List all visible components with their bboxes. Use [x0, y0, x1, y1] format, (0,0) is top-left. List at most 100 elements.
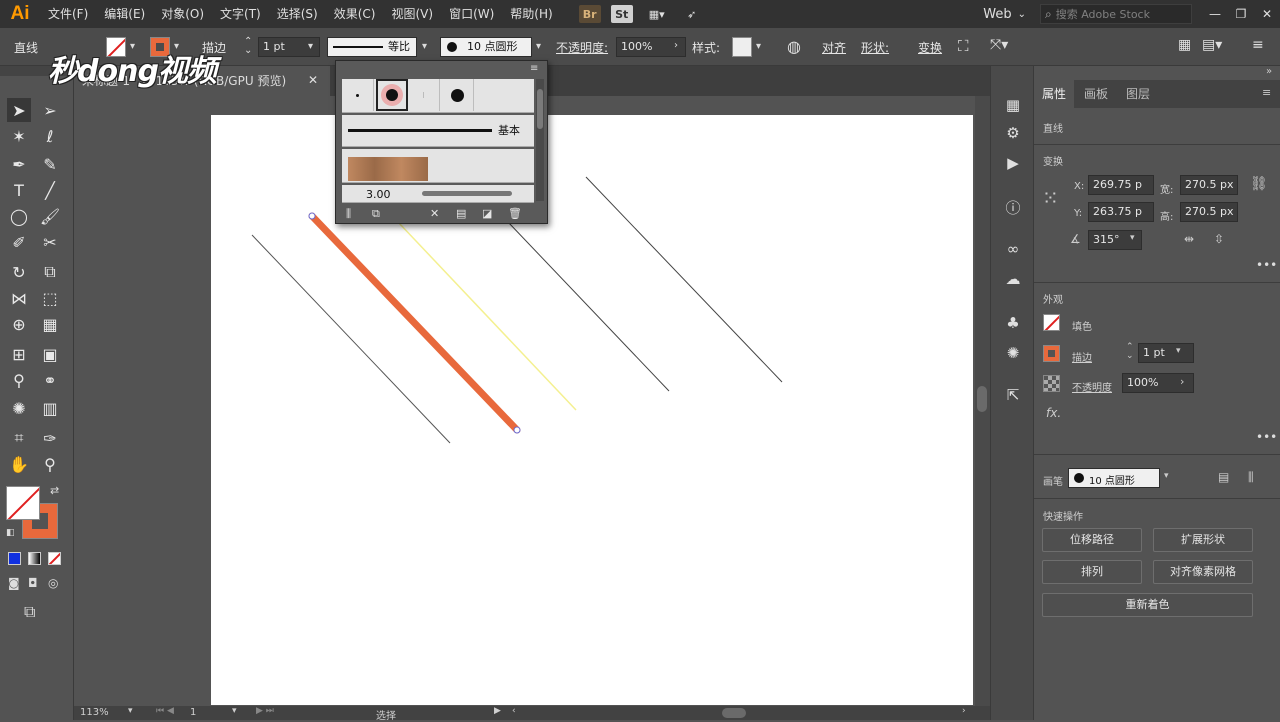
chevron-down-icon[interactable]: ▾: [1164, 471, 1169, 481]
scrollbar-thumb[interactable]: [977, 386, 987, 412]
width-field[interactable]: 270.5 px: [1180, 175, 1238, 195]
brush-library-icon[interactable]: ⫼: [1248, 470, 1254, 485]
scroll-left-icon[interactable]: ‹: [512, 706, 516, 716]
divider: [1034, 144, 1280, 145]
export-icon[interactable]: ⇱: [1002, 384, 1024, 406]
brush-library-icon[interactable]: ⫼: [346, 207, 351, 221]
anchor-point[interactable]: [513, 426, 521, 434]
flip-vertical-icon[interactable]: ⇳: [1214, 232, 1224, 246]
y-label: Y:: [1074, 208, 1083, 219]
flip-horizontal-icon[interactable]: ⇹: [1184, 232, 1194, 246]
align-pixel-grid-button[interactable]: 对齐像素网格: [1153, 560, 1253, 584]
brush-dot-thin[interactable]: [408, 79, 440, 111]
brush-dot-10pt-selected[interactable]: [376, 79, 408, 111]
tab-properties[interactable]: 属性: [1034, 80, 1075, 108]
chevron-down-icon[interactable]: ▾: [1130, 233, 1135, 243]
brush-options-icon[interactable]: ▤: [1218, 470, 1229, 484]
opacity-label[interactable]: 不透明度: [1072, 379, 1112, 394]
x-label: X:: [1074, 181, 1085, 192]
fx-icon[interactable]: fx.: [1046, 406, 1061, 420]
tab-layers[interactable]: 图层: [1118, 80, 1158, 108]
tab-artboards[interactable]: 画板: [1076, 80, 1116, 108]
brush-section-title: 画笔: [1043, 477, 1063, 488]
symbols-icon[interactable]: ♣: [1002, 312, 1024, 334]
anchor-point[interactable]: [308, 212, 316, 220]
brush-library-popup: ≡ 基本 3.00 ⫼ ⧉ ✕ ▤ ◪ 🗑: [335, 60, 548, 224]
recolor-button[interactable]: 重新着色: [1042, 593, 1253, 617]
art-brush-stroke: [422, 191, 512, 196]
height-label: 高:: [1160, 212, 1174, 223]
status-menu-icon[interactable]: ▶: [494, 706, 501, 716]
brush-size-label: 3.00: [366, 188, 391, 201]
cc-libraries-icon[interactable]: ☁: [1002, 268, 1024, 290]
chevron-down-icon[interactable]: ▾: [232, 706, 237, 716]
new-brush-icon[interactable]: ◪: [482, 207, 492, 220]
arrange-button[interactable]: 排列: [1042, 560, 1142, 584]
reference-point-icon[interactable]: ⁙: [1042, 186, 1059, 210]
stroke-swatch[interactable]: [1043, 345, 1060, 362]
line-path-5[interactable]: [585, 176, 783, 383]
brush-select-label: 10 点圆形: [1089, 476, 1135, 487]
horizontal-scrollbar-thumb[interactable]: [722, 708, 746, 718]
artboard-number[interactable]: 1: [190, 707, 196, 718]
object-type-label: 直线: [1043, 124, 1063, 135]
actions-play-icon[interactable]: ▶: [1002, 152, 1024, 174]
divider: [1034, 282, 1280, 283]
fill-label: 填色: [1072, 322, 1092, 333]
options-icon[interactable]: ▤: [456, 207, 466, 220]
libraries-icon[interactable]: ⧉: [372, 207, 380, 221]
stroke-label[interactable]: 描边: [1072, 349, 1092, 364]
vertical-scrollbar[interactable]: [975, 96, 990, 706]
remove-stroke-icon[interactable]: ✕: [430, 207, 439, 220]
stepper-icon[interactable]: ⌃ ⌄: [1126, 343, 1134, 361]
transform-section-title: 变换: [1043, 157, 1063, 168]
brush-dot-small[interactable]: [342, 79, 374, 111]
brush-row-pattern[interactable]: [342, 149, 534, 183]
fill-color-box[interactable]: [6, 486, 40, 520]
first-artboard-icon[interactable]: ⏮ ◀: [156, 706, 174, 716]
panel-menu-icon[interactable]: ≡: [1262, 86, 1271, 99]
expand-shape-button[interactable]: 扩展形状: [1153, 528, 1253, 552]
y-field[interactable]: 263.75 p: [1088, 202, 1154, 222]
height-field[interactable]: 270.5 px: [1180, 202, 1238, 222]
chevron-down-icon[interactable]: ▾: [1176, 346, 1181, 356]
links-icon[interactable]: ∞: [1002, 238, 1024, 260]
appearance-icon[interactable]: ✺: [1002, 342, 1024, 364]
line-path-4[interactable]: [507, 221, 670, 392]
quick-actions-title: 快速操作: [1043, 512, 1083, 523]
collapse-panel-icon[interactable]: »: [1266, 66, 1272, 77]
round-brush-icon: [1074, 473, 1084, 483]
width-label: 宽:: [1160, 185, 1174, 196]
brush-row-basic[interactable]: 基本: [342, 115, 534, 147]
settings-gear-icon[interactable]: ⚙: [1002, 122, 1024, 144]
properties-panel: » 属性 画板 图层 ≡ 直线 变换 ⁙ X: 269.75 p 宽: 270.…: [1034, 66, 1280, 720]
pattern-brush-swatch: [348, 157, 428, 181]
line-path-3[interactable]: [397, 221, 577, 411]
brush-dot-large[interactable]: [442, 79, 474, 111]
brush-row-art[interactable]: 3.00: [342, 185, 534, 203]
delete-icon[interactable]: 🗑: [508, 207, 522, 220]
artboards-panel-icon[interactable]: ▦: [1002, 94, 1024, 116]
stroke-weight-field[interactable]: 1 pt: [1138, 343, 1194, 363]
zoom-level[interactable]: 113%: [80, 707, 109, 718]
popup-menu-icon[interactable]: ≡: [530, 63, 538, 74]
chevron-right-icon[interactable]: ›: [1180, 375, 1184, 388]
x-field[interactable]: 269.75 p: [1088, 175, 1154, 195]
popup-scrollbar[interactable]: [536, 79, 544, 201]
offset-path-button[interactable]: 位移路径: [1042, 528, 1142, 552]
brush-select[interactable]: 10 点圆形: [1068, 468, 1160, 488]
constrain-proportions-icon[interactable]: ⛓: [1250, 176, 1268, 192]
divider: [1034, 454, 1280, 455]
fill-swatch[interactable]: [1043, 314, 1060, 331]
brush-row-calligraphic: [342, 79, 534, 113]
line-path-1[interactable]: [251, 234, 451, 444]
opacity-swatch[interactable]: [1043, 375, 1060, 392]
more-options-icon[interactable]: •••: [1256, 258, 1277, 272]
last-artboard-icon[interactable]: ▶ ⏭: [256, 706, 274, 716]
more-options-icon[interactable]: •••: [1256, 430, 1277, 444]
info-icon[interactable]: ⓘ: [1002, 196, 1024, 218]
chevron-down-icon[interactable]: ▾: [128, 706, 133, 716]
divider: [1034, 498, 1280, 499]
selected-line-path[interactable]: [308, 212, 521, 434]
scroll-right-icon[interactable]: ›: [962, 706, 966, 716]
